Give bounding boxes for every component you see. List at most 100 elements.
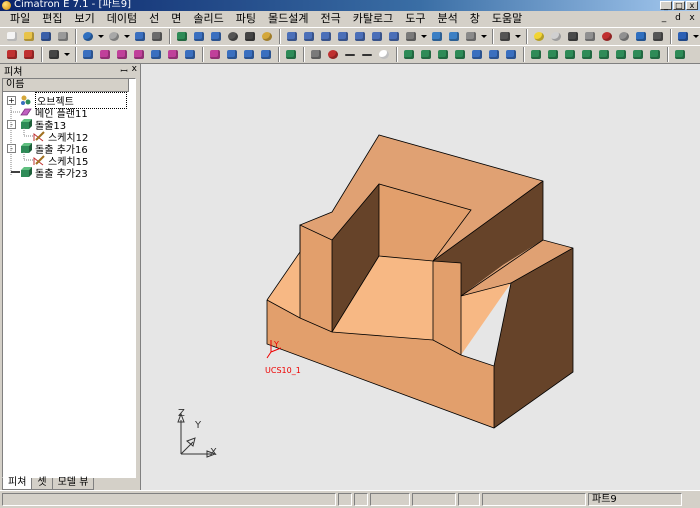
- view-bottom-icon[interactable]: [369, 29, 385, 44]
- boolean-icon[interactable]: [672, 47, 688, 62]
- drive-surface-icon[interactable]: [503, 47, 519, 62]
- display-shaded-icon[interactable]: [429, 29, 445, 44]
- zoom-icon[interactable]: [225, 29, 241, 44]
- offset-curve-icon[interactable]: [401, 47, 417, 62]
- properties-icon[interactable]: [650, 29, 666, 44]
- minimize-button[interactable]: _: [660, 1, 672, 10]
- composite-curve-icon[interactable]: [308, 47, 324, 62]
- extrude-solid-icon[interactable]: [528, 47, 544, 62]
- select-curve-icon[interactable]: [114, 47, 130, 62]
- menu-electrode[interactable]: 전극: [314, 11, 346, 27]
- select-face-icon[interactable]: [80, 47, 96, 62]
- tree-item-extrude23[interactable]: 돌출 추가23: [20, 166, 88, 180]
- trim-curve-icon[interactable]: [452, 47, 468, 62]
- menu-catalog[interactable]: 카탈로그: [347, 11, 399, 27]
- tab-sets[interactable]: 셋: [31, 478, 53, 490]
- draft-icon[interactable]: [630, 47, 646, 62]
- menu-curve[interactable]: 선: [143, 11, 165, 27]
- back-arrow-icon[interactable]: [599, 29, 615, 44]
- extrude-surface-icon[interactable]: [469, 47, 485, 62]
- view-front-icon[interactable]: [318, 29, 334, 44]
- zoom-dynamic-icon[interactable]: [208, 29, 224, 44]
- view-normal-icon[interactable]: [403, 29, 419, 44]
- redo-dropdown-icon[interactable]: [123, 29, 130, 44]
- menu-edit[interactable]: 편집: [36, 11, 68, 27]
- project-curve-icon[interactable]: [418, 47, 434, 62]
- view-back-icon[interactable]: [386, 29, 402, 44]
- menu-help[interactable]: 도움말: [486, 11, 528, 27]
- view-left-icon[interactable]: [352, 29, 368, 44]
- undo-dropdown-icon[interactable]: [97, 29, 104, 44]
- filter-icon[interactable]: [4, 47, 20, 62]
- close-button[interactable]: x: [686, 1, 698, 10]
- menu-surface[interactable]: 면: [165, 11, 187, 27]
- model-view[interactable]: [141, 64, 700, 490]
- menu-analysis[interactable]: 분석: [431, 11, 463, 27]
- hierarchy-icon[interactable]: [149, 29, 165, 44]
- revolve-surface-icon[interactable]: [486, 47, 502, 62]
- menu-window[interactable]: 창: [464, 11, 486, 27]
- pointer-dropdown-icon[interactable]: [514, 29, 521, 44]
- tree-expander[interactable]: -: [7, 143, 16, 153]
- view-top-icon[interactable]: [301, 29, 317, 44]
- spline-icon[interactable]: [359, 47, 375, 62]
- layer-icon[interactable]: [633, 29, 649, 44]
- tab-model-view[interactable]: 모델 뷰: [51, 478, 95, 490]
- new-file-icon[interactable]: [4, 29, 20, 44]
- display-dropdown-icon[interactable]: [480, 29, 487, 44]
- line-icon[interactable]: [342, 47, 358, 62]
- menu-solid[interactable]: 솔리드: [187, 11, 229, 27]
- chamfer-icon[interactable]: [613, 47, 629, 62]
- tree-column-header[interactable]: 이름: [3, 79, 129, 92]
- revolve-solid-icon[interactable]: [545, 47, 561, 62]
- tree-expander[interactable]: +: [7, 95, 16, 105]
- select-all-icon[interactable]: [165, 47, 181, 62]
- menu-view[interactable]: 보기: [69, 11, 101, 27]
- point-icon[interactable]: [325, 47, 341, 62]
- pan-icon[interactable]: [242, 29, 258, 44]
- redo-icon[interactable]: [106, 29, 122, 44]
- fill-color-dropdown-icon[interactable]: [692, 29, 699, 44]
- maximize-button[interactable]: □: [673, 1, 685, 10]
- select-body-icon[interactable]: [148, 47, 164, 62]
- tab-features[interactable]: 피쳐: [2, 478, 33, 490]
- chain-link-icon[interactable]: [132, 29, 148, 44]
- graphics-viewport[interactable]: Y UCS10_1 Z Y X: [140, 64, 700, 490]
- menu-file[interactable]: 파일: [4, 11, 36, 27]
- panel-close-button[interactable]: x: [132, 64, 137, 77]
- zoom-all-icon[interactable]: [174, 29, 190, 44]
- print-icon[interactable]: [55, 29, 71, 44]
- shell-icon[interactable]: [647, 47, 663, 62]
- cancel-pick-icon[interactable]: [21, 47, 37, 62]
- fill-color-icon[interactable]: [675, 29, 691, 44]
- light-bulb-icon[interactable]: [531, 29, 547, 44]
- circle-icon[interactable]: [376, 47, 392, 62]
- intersect-curve-icon[interactable]: [435, 47, 451, 62]
- swap-icon[interactable]: [258, 47, 274, 62]
- select-edge-icon[interactable]: [97, 47, 113, 62]
- sweep-solid-icon[interactable]: [562, 47, 578, 62]
- view-iso-icon[interactable]: [284, 29, 300, 44]
- rotate-view-icon[interactable]: [259, 29, 275, 44]
- light-bulb-off-icon[interactable]: [548, 29, 564, 44]
- undo-icon[interactable]: [80, 29, 96, 44]
- open-folder-icon[interactable]: [21, 29, 37, 44]
- pointer-arrow-icon[interactable]: [497, 29, 513, 44]
- select-point-icon[interactable]: [131, 47, 147, 62]
- tree-expander[interactable]: -: [7, 119, 16, 129]
- display-hidden-icon[interactable]: [463, 29, 479, 44]
- select-mode-icon[interactable]: [46, 47, 62, 62]
- loft-solid-icon[interactable]: [579, 47, 595, 62]
- blank-icon[interactable]: [207, 47, 223, 62]
- mdi-restore-button[interactable]: ⅾ: [672, 12, 684, 24]
- menu-tools[interactable]: 도구: [399, 11, 431, 27]
- view-right-icon[interactable]: [335, 29, 351, 44]
- blend-icon[interactable]: [596, 47, 612, 62]
- menu-datum[interactable]: 데이텀: [101, 11, 143, 27]
- forward-arrow-icon[interactable]: [616, 29, 632, 44]
- mdi-close-button[interactable]: x: [686, 12, 698, 24]
- select-layer-icon[interactable]: [182, 47, 198, 62]
- show-all-icon[interactable]: [241, 47, 257, 62]
- color-picker-icon[interactable]: [565, 29, 581, 44]
- view-dropdown-icon[interactable]: [420, 29, 427, 44]
